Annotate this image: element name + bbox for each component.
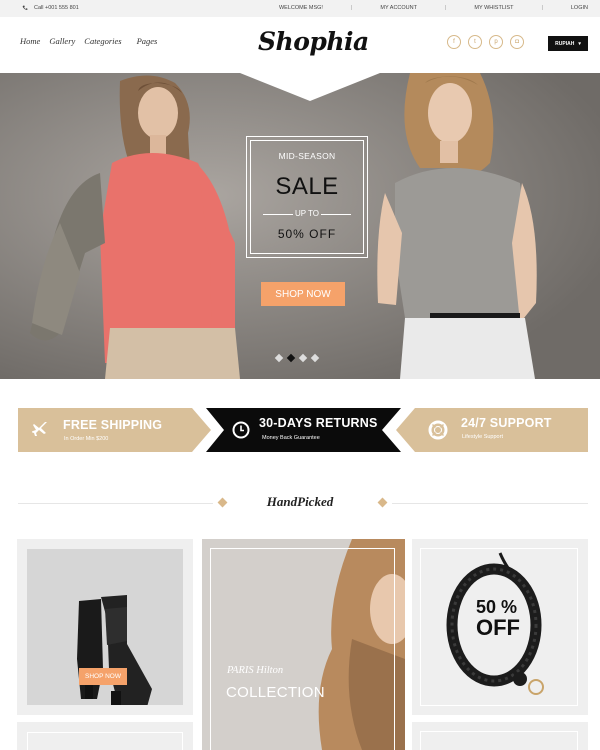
collection-title: COLLECTION: [226, 684, 325, 701]
nav-categories[interactable]: Categories: [84, 36, 121, 46]
mid-season-label: MID-SEASON: [278, 151, 336, 161]
handpicked-heading: HandPicked: [266, 494, 334, 509]
separator: |: [541, 5, 543, 11]
twitter-icon[interactable]: t: [468, 35, 482, 49]
slider-dot-3[interactable]: [298, 353, 308, 363]
card-frame: [27, 732, 183, 750]
main-nav: Home Gallery Categories Pages: [20, 36, 157, 46]
shop-now-button[interactable]: SHOP NOW: [261, 282, 345, 306]
pinterest-icon[interactable]: p: [489, 35, 503, 49]
product-card-bracelet[interactable]: 50 % OFF: [412, 539, 588, 715]
nav-home[interactable]: Home: [20, 36, 40, 46]
nav-pages[interactable]: Pages: [137, 36, 158, 46]
separator: |: [444, 5, 447, 11]
lifebuoy-icon: [428, 420, 448, 440]
discount-label: 50% OFF: [277, 227, 337, 241]
currency-label: RUPIAH: [555, 40, 575, 47]
returns-title: 30-DAYS RETURNS: [259, 416, 378, 430]
slider-dots: [274, 353, 320, 363]
sale-frame: MID-SEASON SALE UP TO 50% OFF: [246, 136, 368, 258]
nav-gallery[interactable]: Gallery: [49, 36, 75, 46]
product-card-lower-left[interactable]: [17, 722, 193, 750]
clock-icon: [232, 421, 250, 439]
wishlist-link[interactable]: MY WHISTLIST: [474, 5, 513, 11]
phone-number: Call +001 555 801: [34, 5, 79, 11]
divider-right: [321, 214, 351, 215]
product-card-boots[interactable]: SHOP NOW: [17, 539, 193, 715]
boots-shop-now-button[interactable]: SHOP NOW: [79, 668, 127, 685]
support-sub: Lifestyle Support: [462, 434, 503, 440]
collection-frame: [210, 548, 395, 750]
slider-dot-4[interactable]: [310, 353, 320, 363]
social-links: f t p ◘: [447, 35, 524, 49]
free-shipping-title: FREE SHIPPING: [63, 418, 163, 432]
my-account-link[interactable]: MY ACCOUNT: [380, 5, 417, 11]
separator: |: [350, 5, 353, 11]
card-frame: [420, 731, 578, 750]
facebook-icon[interactable]: f: [447, 35, 461, 49]
hero-banner: MID-SEASON SALE UP TO 50% OFF SHOP NOW: [0, 73, 600, 379]
returns-sub: Money Back Guarantee: [262, 435, 320, 441]
slider-dot-2[interactable]: [286, 353, 296, 363]
currency-select[interactable]: RUPIAH ▾: [548, 36, 588, 51]
login-link[interactable]: LOGIN: [571, 5, 588, 11]
site-header: Home Gallery Categories Pages Shophia f …: [0, 17, 600, 73]
bracelet-off: OFF: [476, 615, 520, 640]
product-card-collection[interactable]: PARIS Hilton COLLECTION: [202, 539, 405, 750]
sale-heading: SALE: [275, 173, 339, 200]
heading-rule-left: [18, 503, 213, 504]
site-logo[interactable]: Shophia: [258, 27, 369, 56]
free-shipping-sub: In Order Min $200: [64, 436, 109, 442]
phone-icon: [22, 5, 28, 10]
phone-info: Call +001 555 801: [22, 5, 79, 11]
heading-rule-right: [392, 503, 588, 504]
collection-brand: PARIS Hilton: [227, 665, 284, 676]
top-links: WELCOME MSG! | MY ACCOUNT | MY WHISTLIST…: [279, 5, 588, 11]
airplane-icon: [32, 422, 47, 436]
features-strip: FREE SHIPPING In Order Min $200 30-DAYS …: [18, 408, 588, 452]
top-bar: Call +001 555 801 WELCOME MSG! | MY ACCO…: [0, 0, 600, 17]
support-title: 24/7 SUPPORT: [461, 416, 552, 430]
chevron-down-icon: ▾: [578, 40, 581, 47]
slider-dot-1[interactable]: [274, 353, 284, 363]
welcome-link[interactable]: WELCOME MSG!: [279, 5, 323, 11]
instagram-icon[interactable]: ◘: [510, 35, 524, 49]
product-card-lower-right[interactable]: [412, 722, 588, 750]
